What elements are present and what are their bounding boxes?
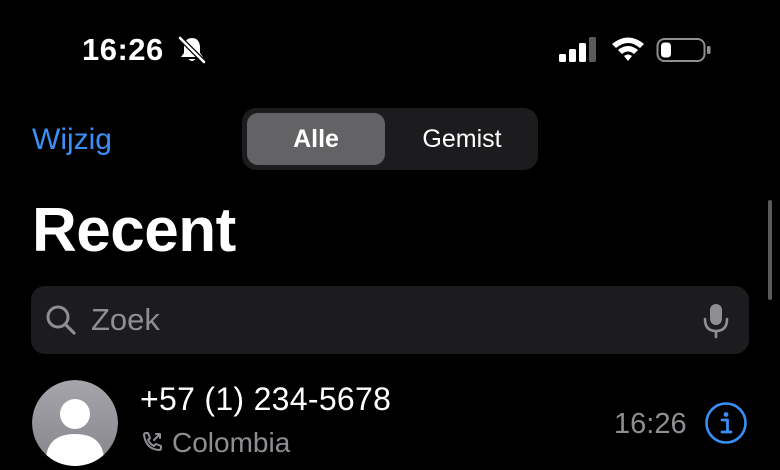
- bell-slash-icon: [178, 36, 206, 64]
- microphone-icon[interactable]: [701, 302, 731, 340]
- page-title: Recent: [32, 196, 236, 265]
- cellular-signal-icon: [559, 37, 596, 62]
- phone-outgoing-icon: [143, 432, 162, 451]
- info-icon[interactable]: [704, 401, 748, 445]
- search-icon: [46, 305, 76, 335]
- avatar[interactable]: [32, 380, 118, 466]
- call-time: 16:26: [614, 408, 687, 440]
- wifi-icon: [612, 37, 644, 61]
- battery-icon: [656, 38, 711, 62]
- person-silhouette-icon: [32, 380, 118, 466]
- caller-number[interactable]: +57 (1) 234-5678: [140, 379, 391, 419]
- search-bar: [31, 286, 749, 354]
- scroll-indicator[interactable]: [768, 200, 772, 300]
- filter-segmented-control: Alle Gemist: [242, 108, 538, 170]
- edit-button[interactable]: Wijzig: [32, 120, 112, 160]
- caller-location: Colombia: [172, 427, 291, 458]
- segment-all[interactable]: Alle: [247, 113, 385, 165]
- status-time: 16:26: [82, 32, 164, 67]
- segment-missed[interactable]: Gemist: [392, 113, 532, 165]
- search-input[interactable]: [91, 286, 691, 354]
